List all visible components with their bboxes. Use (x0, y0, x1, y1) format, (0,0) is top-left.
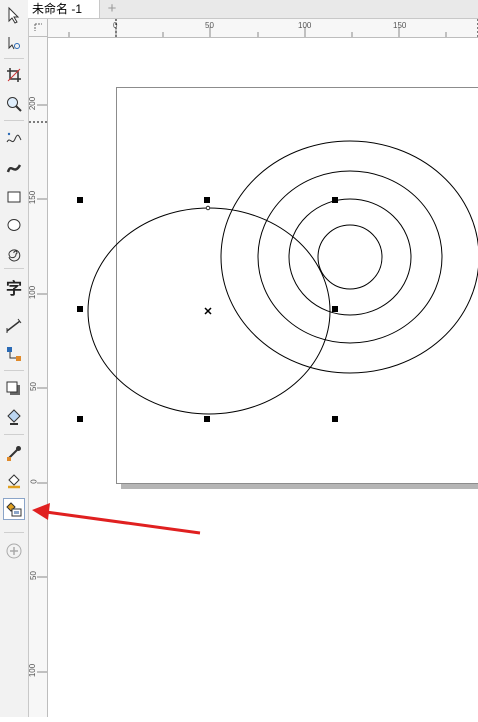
text-tool-glyph: 字 (6, 275, 22, 299)
selection-handle[interactable] (332, 197, 338, 203)
connector-tool-button[interactable] (3, 343, 25, 365)
artistic-media-tool-button[interactable] (3, 157, 25, 179)
rectangle-tool-button[interactable] (3, 186, 25, 208)
drawing-canvas[interactable] (48, 38, 478, 717)
document-tab[interactable]: 未命名 -1 (28, 0, 100, 18)
hruler-label: 0 (113, 21, 117, 30)
vertical-ruler[interactable]: 200 150 100 50 0 50 100 (29, 37, 48, 717)
interactive-fill-icon (5, 472, 23, 490)
crop-tool-button[interactable] (3, 64, 25, 86)
document-tab-bar: 未命名 -1 + (28, 0, 478, 19)
smart-fill-icon (5, 500, 23, 518)
pick-tool-button[interactable] (3, 4, 25, 26)
ruler-origin-corner[interactable] (29, 19, 48, 37)
dimension-icon (5, 317, 23, 335)
dimension-tool-button[interactable] (3, 315, 25, 337)
add-document-tab-button[interactable]: + (104, 1, 120, 17)
interactive-fill-tool-button[interactable] (3, 470, 25, 492)
freehand-icon (5, 130, 23, 148)
ellipse-node[interactable] (206, 206, 210, 210)
vruler-label: 200 (28, 97, 37, 110)
pointer-icon (5, 6, 23, 24)
eyedropper-icon (5, 444, 23, 462)
smart-fill-tool-button[interactable] (3, 498, 25, 520)
vruler-label: 100 (28, 664, 37, 677)
artistic-brush-icon (5, 159, 23, 177)
vruler-label: 50 (29, 571, 38, 580)
hruler-label: 100 (298, 21, 311, 30)
eyedropper-tool-button[interactable] (3, 442, 25, 464)
spiral-tool-button[interactable] (3, 242, 25, 264)
spiral-icon (5, 244, 23, 262)
drop-shadow-icon (5, 380, 23, 398)
vruler-label: 0 (30, 479, 39, 483)
page-shadow (121, 484, 478, 489)
shape-edit-icon (5, 34, 23, 52)
crop-icon (5, 66, 23, 84)
add-circle-icon (5, 542, 23, 560)
drop-shadow-tool-button[interactable] (3, 378, 25, 400)
zoom-icon (5, 95, 23, 113)
transparency-icon (5, 408, 23, 426)
vruler-label: 100 (28, 286, 37, 299)
hruler-label: 150 (393, 21, 406, 30)
selection-handle[interactable] (204, 197, 210, 203)
ellipse-tool-button[interactable] (3, 214, 25, 236)
horizontal-ruler[interactable]: 0 50 100 150 (48, 19, 478, 38)
connector-icon (5, 345, 23, 363)
shape-tool-button[interactable] (3, 32, 25, 54)
zoom-tool-button[interactable] (3, 93, 25, 115)
selection-handle[interactable] (77, 416, 83, 422)
ellipse-icon (5, 216, 23, 234)
selection-handle[interactable] (332, 416, 338, 422)
selection-handle[interactable] (204, 416, 210, 422)
freehand-tool-button[interactable] (3, 128, 25, 150)
toolbox: 字 (0, 0, 29, 717)
text-tool-button[interactable]: 字 (3, 276, 25, 298)
vruler-label: 50 (29, 382, 38, 391)
add-tool-button[interactable] (3, 540, 25, 562)
transparency-tool-button[interactable] (3, 406, 25, 428)
vruler-label: 150 (28, 191, 37, 204)
selection-handle[interactable] (77, 306, 83, 312)
ruler-corner-icon (29, 19, 48, 37)
selection-handle[interactable] (77, 197, 83, 203)
hruler-label: 50 (205, 21, 214, 30)
selection-handle[interactable] (332, 306, 338, 312)
rectangle-icon (5, 188, 23, 206)
